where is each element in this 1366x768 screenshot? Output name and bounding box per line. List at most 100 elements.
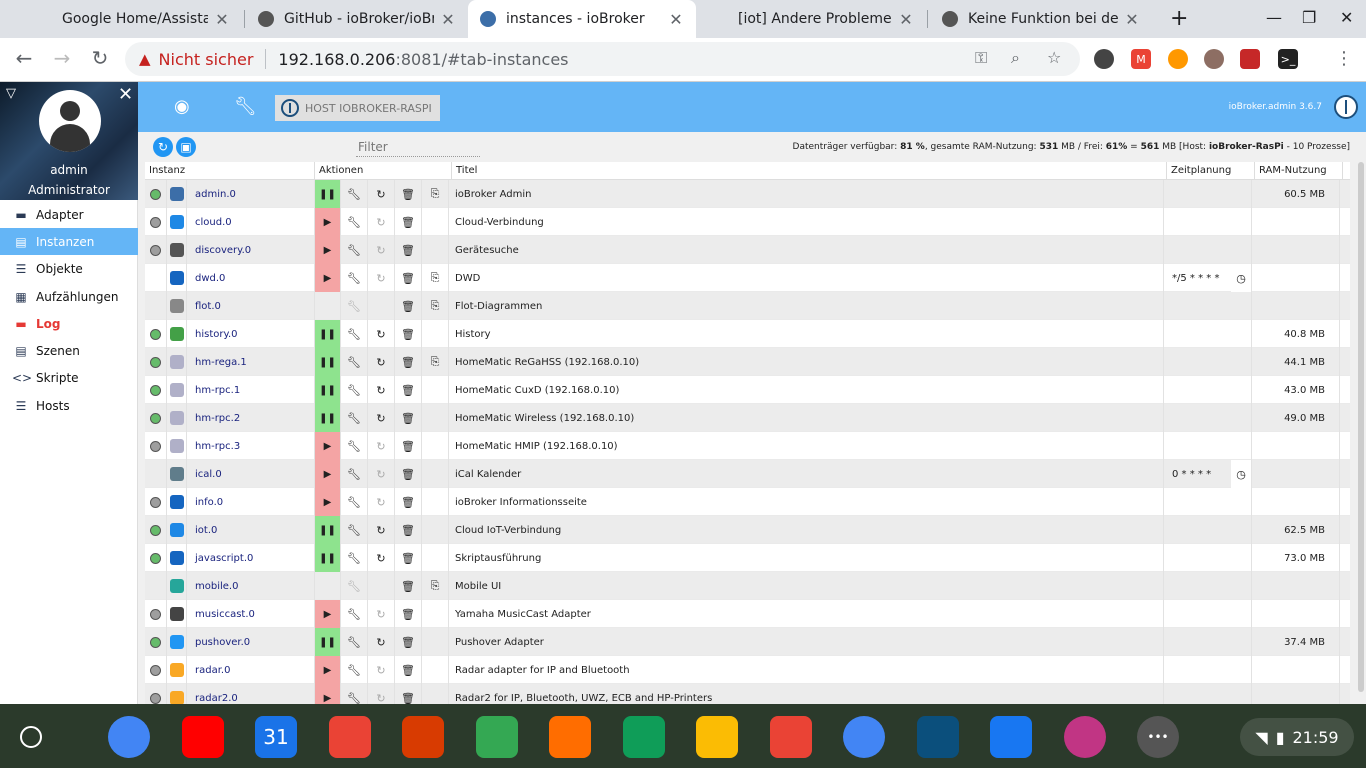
delete-icon[interactable]: 🗑︎ <box>395 684 422 704</box>
start-button[interactable]: ▶ <box>315 600 341 628</box>
back-icon[interactable]: ← <box>10 46 38 70</box>
system-tray[interactable]: ◥ ▮ 21:59 <box>1240 718 1354 756</box>
open-link-icon[interactable] <box>422 516 449 544</box>
browser-tab-5[interactable]: Keine Funktion bei der Op ✕ <box>930 0 1152 38</box>
close-icon[interactable]: ✕ <box>118 84 133 105</box>
close-icon[interactable]: ✕ <box>214 10 230 29</box>
sidebar-item-adapter[interactable]: ▬ Adapter <box>0 201 138 228</box>
instance-name[interactable]: hm-rpc.2 <box>187 404 315 432</box>
instance-name[interactable]: cloud.0 <box>187 208 315 236</box>
scrollbar[interactable] <box>1358 162 1364 692</box>
open-link-icon[interactable] <box>422 404 449 432</box>
extension-icon[interactable] <box>1204 49 1224 69</box>
reload-icon[interactable]: ↻ <box>368 348 395 376</box>
extension-icon[interactable] <box>1168 49 1188 69</box>
extension-icon[interactable] <box>1240 49 1260 69</box>
reload-icon[interactable] <box>368 572 395 600</box>
settings-wrench-icon[interactable]: 🔧︎ <box>341 600 368 628</box>
reload-icon[interactable]: ↻ <box>368 488 395 516</box>
instance-name[interactable]: hm-rega.1 <box>187 348 315 376</box>
settings-wrench-icon[interactable]: 🔧︎ <box>341 348 368 376</box>
play-music-icon[interactable] <box>549 716 591 758</box>
sidebar-item-aufzaehlungen[interactable]: ▦ Aufzählungen <box>0 283 138 310</box>
reload-icon[interactable]: ↻ <box>368 432 395 460</box>
calendar-icon[interactable]: 31 <box>255 716 297 758</box>
settings-wrench-icon[interactable]: 🔧︎ <box>341 236 368 264</box>
address-bar[interactable]: ▲ Nicht sicher 192.168.0.206 :8081/#tab-… <box>125 42 1080 76</box>
photos-icon[interactable] <box>769 716 812 758</box>
reload-icon[interactable]: ↻ <box>368 404 395 432</box>
restore-icon[interactable]: ❐ <box>1302 8 1316 27</box>
gmail-extension-icon[interactable]: M <box>1131 49 1151 69</box>
start-button[interactable]: ▶ <box>315 488 341 516</box>
host-selector[interactable]: HOST IOBROKER-RASPI <box>275 95 440 121</box>
delete-icon[interactable]: 🗑︎ <box>395 376 422 404</box>
open-link-icon[interactable]: ⎘ <box>422 292 449 320</box>
settings-wrench-icon[interactable]: 🔧︎ <box>341 572 368 600</box>
clock-icon[interactable]: ◷ <box>1231 264 1251 292</box>
instance-name[interactable]: info.0 <box>187 488 315 516</box>
reload-icon[interactable]: ↻ <box>368 516 395 544</box>
browser-tab-1[interactable]: Google Home/Assistant i ✕ <box>36 0 242 38</box>
browser-tab-4[interactable]: [iot] Andere Probleme mit ✕ <box>726 0 926 38</box>
open-link-icon[interactable] <box>422 488 449 516</box>
column-header[interactable]: RAM-Nutzung <box>1255 162 1343 179</box>
close-icon[interactable]: ✕ <box>668 10 684 29</box>
refresh-button[interactable]: ↻ <box>153 137 173 157</box>
browser-tab-3-active[interactable]: instances - ioBroker ✕ <box>468 0 696 38</box>
new-tab-icon[interactable]: + <box>1170 6 1188 31</box>
terminal-extension-icon[interactable]: >_ <box>1278 49 1298 69</box>
open-link-icon[interactable] <box>422 208 449 236</box>
close-icon[interactable]: ✕ <box>1124 10 1140 29</box>
minimize-icon[interactable]: — <box>1266 8 1282 27</box>
open-link-icon[interactable]: ⎘ <box>422 572 449 600</box>
pause-button[interactable]: ❚❚ <box>315 404 341 432</box>
delete-icon[interactable]: 🗑︎ <box>395 544 422 572</box>
open-link-icon[interactable] <box>422 544 449 572</box>
settings-wrench-icon[interactable]: 🔧︎ <box>341 320 368 348</box>
settings-wrench-icon[interactable]: 🔧︎ <box>341 488 368 516</box>
palette-icon[interactable] <box>843 716 885 758</box>
start-button[interactable]: ▶ <box>315 460 341 488</box>
settings-wrench-icon[interactable]: 🔧︎ <box>341 264 368 292</box>
open-link-icon[interactable]: ⎘ <box>422 180 449 208</box>
pause-button[interactable]: ❚❚ <box>315 180 341 208</box>
settings-wrench-icon[interactable]: 🔧︎ <box>341 208 368 236</box>
column-header[interactable]: Aktionen <box>315 162 452 179</box>
delete-icon[interactable]: 🗑︎ <box>395 348 422 376</box>
start-button[interactable] <box>315 292 341 320</box>
column-header[interactable]: Zeitplanung <box>1167 162 1255 179</box>
bookmark-star-icon[interactable]: ☆ <box>1047 48 1061 67</box>
reload-icon[interactable]: ↻ <box>368 628 395 656</box>
settings-wrench-icon[interactable]: 🔧︎ <box>341 656 368 684</box>
delete-icon[interactable]: 🗑︎ <box>395 292 422 320</box>
extension-icon[interactable] <box>1094 49 1114 69</box>
settings-wrench-icon[interactable]: 🔧︎ <box>341 516 368 544</box>
delete-icon[interactable]: 🗑︎ <box>395 516 422 544</box>
start-button[interactable] <box>315 572 341 600</box>
sidebar-item-log[interactable]: ▬ Log <box>0 310 138 337</box>
close-icon[interactable]: ✕ <box>440 10 456 29</box>
instance-name[interactable]: javascript.0 <box>187 544 315 572</box>
open-link-icon[interactable] <box>422 628 449 656</box>
delete-icon[interactable]: 🗑︎ <box>395 180 422 208</box>
start-button[interactable]: ▶ <box>315 656 341 684</box>
raspberry-icon[interactable] <box>916 716 959 758</box>
maps-icon[interactable] <box>475 716 518 758</box>
eye-icon[interactable]: ◉ <box>174 96 190 117</box>
reload-icon[interactable]: ↻ <box>368 320 395 348</box>
open-link-icon[interactable] <box>422 376 449 404</box>
delete-icon[interactable]: 🗑︎ <box>395 320 422 348</box>
keep-icon[interactable] <box>696 716 738 758</box>
settings-wrench-icon[interactable]: 🔧︎ <box>341 376 368 404</box>
reload-icon[interactable]: ↻ <box>368 376 395 404</box>
instance-name[interactable]: ical.0 <box>187 460 315 488</box>
forward-icon[interactable]: → <box>48 46 76 70</box>
instance-name[interactable]: dwd.0 <box>187 264 315 292</box>
pause-button[interactable]: ❚❚ <box>315 544 341 572</box>
column-header[interactable]: Titel <box>452 162 1167 179</box>
expert-mode-button[interactable]: ▣ <box>176 137 196 157</box>
delete-icon[interactable]: 🗑︎ <box>395 264 422 292</box>
delete-icon[interactable]: 🗑︎ <box>395 460 422 488</box>
open-link-icon[interactable] <box>422 432 449 460</box>
